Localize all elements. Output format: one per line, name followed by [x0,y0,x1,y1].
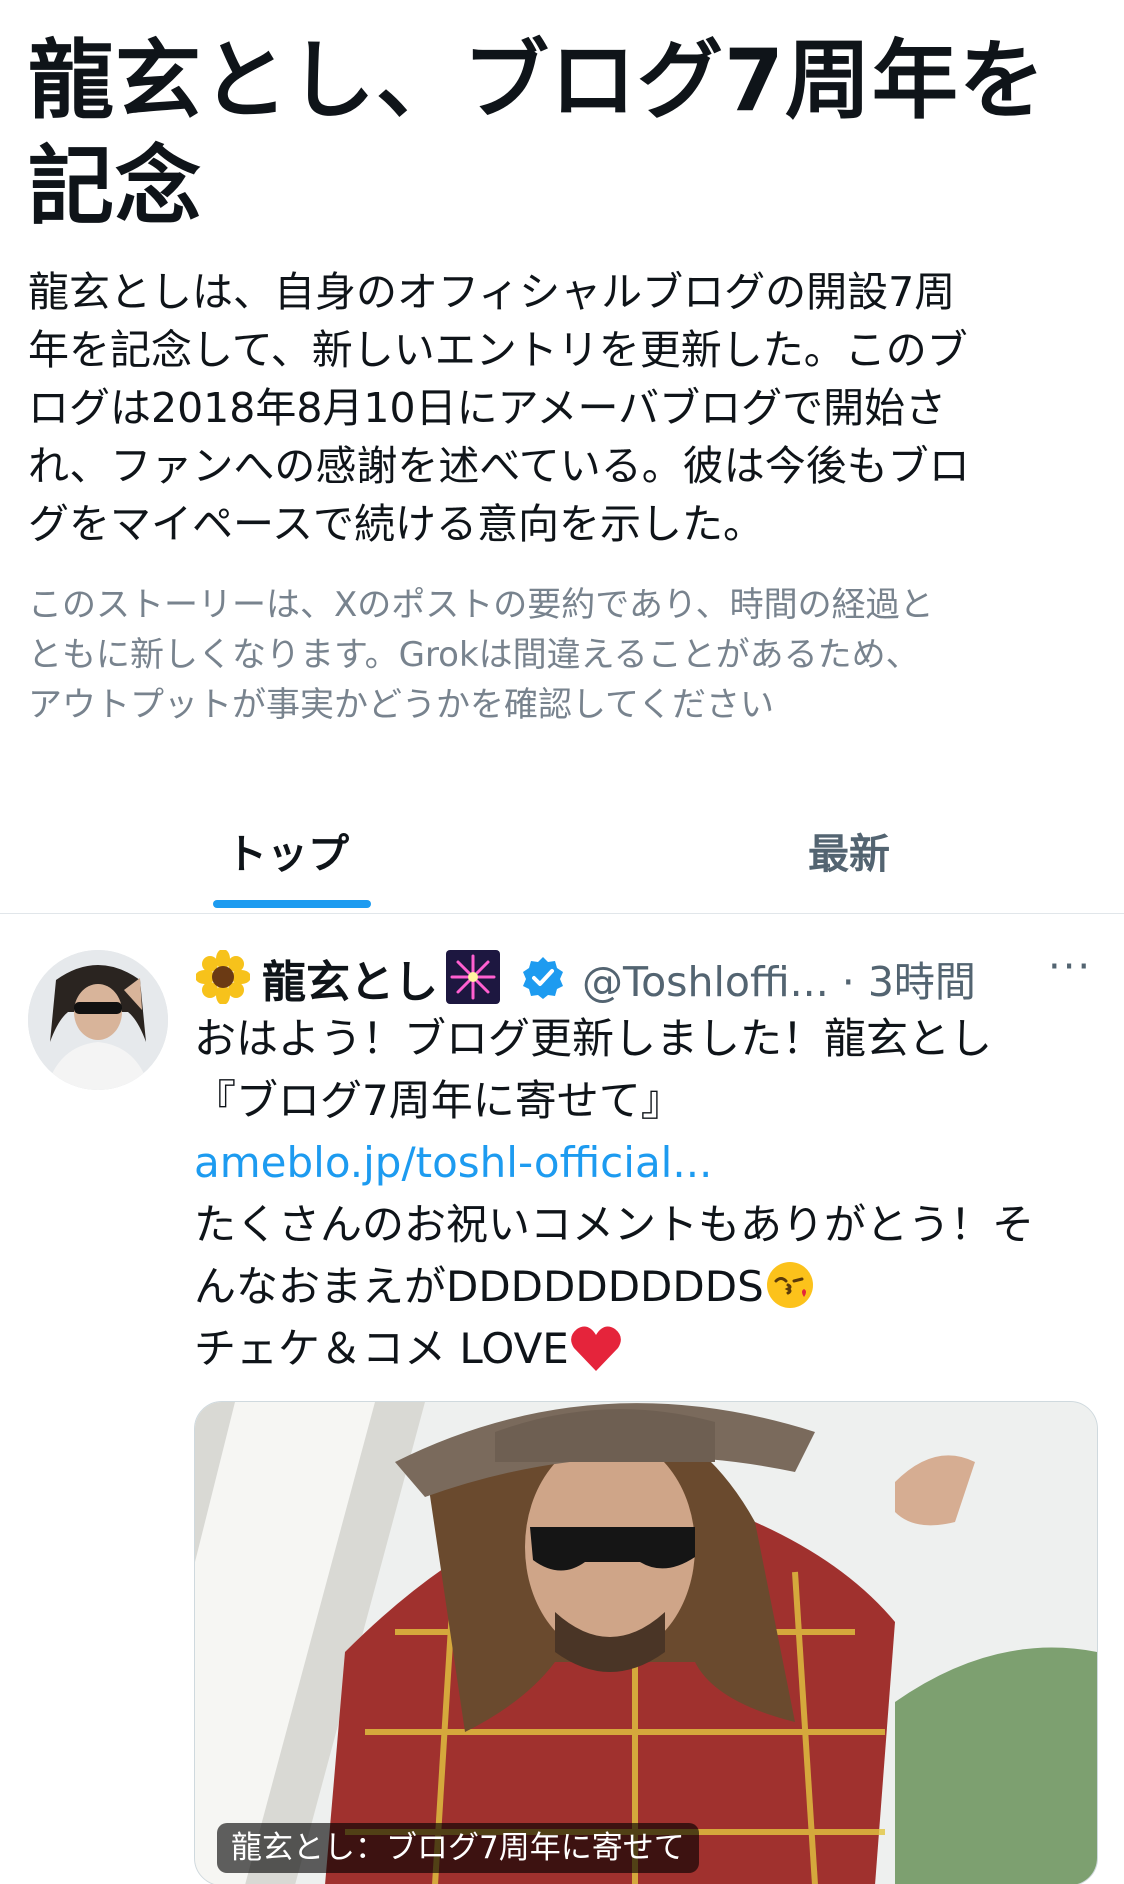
tweet-photo[interactable]: 龍玄とし：ブログ7周年に寄せて [194,1401,1098,1884]
tab-latest[interactable]: 最新 [808,820,890,880]
tweet-text: おはよう！ブログ更新しました！龍玄とし 『ブログ7周年に寄せて』 ameblo.… [194,1008,1094,1380]
disclaimer-line: ともに新しくなります。Grokは間違えることがあるため、 [28,635,920,675]
tweet-line: おはよう！ブログ更新しました！龍玄とし [194,1014,993,1063]
red-heart-emoji-icon [569,1323,623,1390]
more-options-icon[interactable]: ··· [1048,944,1092,990]
tab-top[interactable]: トップ [226,820,349,880]
summary-line: 年を記念して、新しいエントリを更新した。このブ [28,326,968,374]
fireworks-emoji-icon [446,950,500,1008]
story-summary: 龍玄としは、自身のオフィシャルブログの開設7周 年を記念して、新しいエントリを更… [28,263,1098,553]
headline-line-1: 龍玄とし、ブログ7周年を [28,31,1046,131]
disclaimer-line: このストーリーは、Xのポストの要約であり、時間の経過と [28,585,934,625]
tweet-header: 龍玄とし @Toshloffi... · 3時間 ··· [195,944,1096,1014]
headline-line-2: 記念 [28,137,202,237]
summary-line: ログは2018年8月10日にアメーバブログで開始さ [28,384,947,432]
story-page: 龍玄とし、ブログ7周年を 記念 龍玄としは、自身のオフィシャルブログの開設7周 … [0,0,1124,1884]
disclaimer-line: アウトプットが事実かどうかを確認してください [28,685,774,725]
kissing-face-emoji-icon [764,1259,816,1328]
summary-line: グをマイペースで続ける意向を示した。 [28,500,764,548]
story-headline: 龍玄とし、ブログ7周年を 記念 [28,28,1098,240]
active-tab-indicator [213,900,371,908]
tweet[interactable]: 龍玄とし @Toshloffi... · 3時間 ··· おはよう！ブログ更新し… [0,914,1124,1884]
tweet-line: たくさんのお祝いコメントもありがとう！そ [194,1200,1035,1249]
blog-link[interactable]: ameblo.jp/toshl-official... [194,1138,712,1187]
tweet-line: 『ブログ7周年に寄せて』 [194,1076,683,1125]
summary-line: れ、ファンへの感謝を述べている。彼は今後もブロ [28,442,970,490]
handle-and-time[interactable]: @Toshloffi... · 3時間 [582,948,976,1008]
verified-badge-icon [520,954,566,1004]
grok-disclaimer: このストーリーは、Xのポストの要約であり、時間の経過と ともに新しくなります。G… [28,580,1098,730]
summary-line: 龍玄としは、自身のオフィシャルブログの開設7周 [28,268,956,316]
display-name[interactable]: 龍玄とし [262,946,438,1010]
avatar[interactable] [28,950,168,1090]
tweet-line: チェケ＆コメ LOVE [194,1324,569,1373]
sunflower-emoji-icon [195,949,251,1008]
tab-bar: トップ 最新 [0,800,1124,914]
photo-caption: 龍玄とし：ブログ7周年に寄せて [217,1823,699,1873]
tweet-line: んなおまえがDDDDDDDDDS [194,1262,764,1311]
